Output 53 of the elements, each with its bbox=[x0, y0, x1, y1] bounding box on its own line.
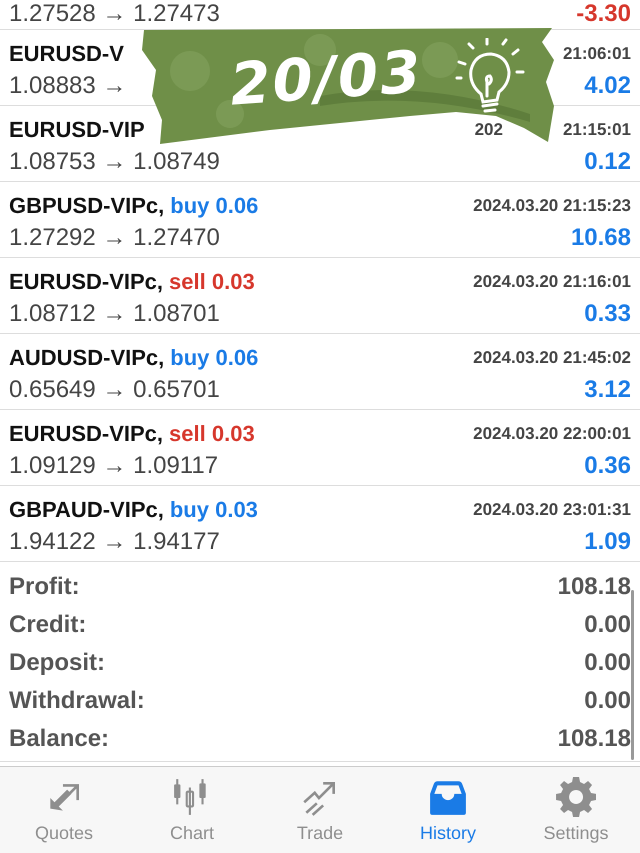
settings-icon bbox=[556, 777, 596, 817]
symbol-label: GBPAUD-VIPc, bbox=[9, 496, 164, 522]
sticker-text: 20/03 bbox=[228, 37, 425, 119]
price-change: 1.27528 → 1.27473 bbox=[9, 0, 220, 28]
symbol-label: EURUSD-VIP bbox=[9, 116, 145, 142]
price-change: 0.65649 → 0.65701 bbox=[9, 376, 220, 404]
summary-value: 108.18 bbox=[558, 725, 631, 753]
summary-label: Withdrawal: bbox=[9, 687, 145, 715]
symbol-label: EURUSD-VIPc, bbox=[9, 268, 164, 294]
profit-value: 0.12 bbox=[584, 148, 631, 176]
price-change: 1.27292 → 1.27470 bbox=[9, 224, 220, 252]
profit-value: 10.68 bbox=[570, 224, 631, 252]
tab-item[interactable]: Chart bbox=[128, 767, 256, 853]
profit-value: 3.12 bbox=[584, 376, 631, 404]
price-change: 1.08883 → bbox=[9, 72, 126, 100]
deal-time: 202 bbox=[474, 120, 503, 140]
summary-label: Deposit: bbox=[9, 649, 105, 677]
profit-value: 1.09 bbox=[584, 528, 631, 556]
deal-time: 2024.03.20 22:00:01 bbox=[473, 424, 631, 444]
profit-value: 0.36 bbox=[584, 452, 631, 480]
summary-value: 0.00 bbox=[584, 687, 631, 715]
profit-value: -3.30 bbox=[576, 0, 631, 28]
price-change: 1.09129 → 1.09117 bbox=[9, 452, 218, 480]
order-type: buy 0.06 bbox=[170, 344, 258, 370]
price-change: 1.08753 → 1.08749 bbox=[9, 148, 220, 176]
profit-value: 0.33 bbox=[584, 300, 631, 328]
symbol-label: EURUSD-VIPc, bbox=[9, 420, 164, 446]
tab-item[interactable]: History bbox=[384, 767, 512, 853]
symbol-label: EURUSD-V bbox=[9, 40, 124, 66]
order-type: sell 0.03 bbox=[169, 420, 255, 446]
tab-item[interactable]: Trade bbox=[256, 767, 384, 853]
deal-time: 21:06:01 bbox=[562, 44, 631, 64]
deal-time: 21:15:01 bbox=[562, 120, 631, 140]
symbol-label: GBPUSD-VIPc, bbox=[9, 192, 164, 218]
symbol-label: AUDUSD-VIPc, bbox=[9, 344, 164, 370]
order-type: buy 0.03 bbox=[170, 496, 258, 522]
order-type: sell 0.03 bbox=[169, 268, 255, 294]
summary-value: 0.00 bbox=[584, 649, 631, 677]
deal-time: 2024.03.20 21:45:02 bbox=[473, 348, 631, 368]
tab-item[interactable]: Quotes bbox=[0, 767, 128, 853]
summary-label: Credit: bbox=[9, 611, 86, 639]
summary-label: Balance: bbox=[9, 725, 110, 753]
price-change: 1.08712 → 1.08701 bbox=[9, 300, 220, 328]
summary-value: 0.00 bbox=[584, 611, 631, 639]
deal-time: 2024.03.20 21:16:01 bbox=[473, 272, 631, 292]
tab-item[interactable]: Settings bbox=[512, 767, 640, 853]
summary-label: Profit: bbox=[9, 573, 80, 601]
order-type: buy 0.06 bbox=[170, 192, 258, 218]
profit-value: 4.02 bbox=[584, 72, 631, 100]
summary-value: 108.18 bbox=[558, 573, 631, 601]
deal-time: 2024.03.20 21:15:23 bbox=[473, 196, 631, 216]
price-change: 1.94122 → 1.94177 bbox=[9, 528, 220, 556]
deal-time: 2024.03.20 23:01:31 bbox=[473, 500, 631, 520]
